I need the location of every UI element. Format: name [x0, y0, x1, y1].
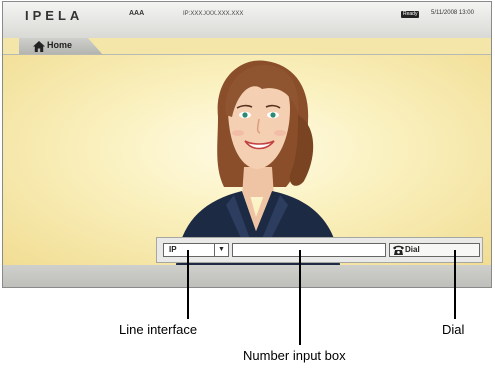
callout-line-interface: Line interface	[119, 322, 198, 337]
tab-home-label: Home	[47, 40, 73, 50]
video-area	[3, 55, 491, 265]
dial-button[interactable]: Dial	[389, 243, 480, 257]
bottom-bar	[3, 265, 491, 287]
date-time: 5/11/2008 13:00	[431, 10, 474, 16]
phone-icon	[393, 245, 404, 255]
chevron-down-icon[interactable]: ▼	[214, 244, 228, 256]
dial-control-panel: IP ▼ Dial	[156, 237, 483, 263]
callout-dial: Dial	[442, 322, 465, 337]
number-input-leader	[299, 250, 301, 345]
top-bar: IPELA AAA IP:XXX.XXX.XXX.XXX Ready 5/11/…	[3, 2, 491, 38]
logo: IPELA	[25, 8, 84, 23]
line-interface-select[interactable]: IP ▼	[163, 243, 229, 257]
dial-button-label: Dial	[405, 245, 420, 254]
tab-home[interactable]: Home	[19, 38, 103, 55]
dial-leader	[454, 250, 456, 319]
line-interface-value: IP	[169, 245, 177, 254]
remote-party-image	[176, 60, 340, 265]
ip-address: IP:XXX.XXX.XXX.XXX	[183, 11, 244, 17]
screen-frame: IPELA AAA IP:XXX.XXX.XXX.XXX Ready 5/11/…	[2, 1, 492, 288]
callout-number-input: Number input box	[243, 348, 346, 363]
user-name: AAA	[129, 10, 145, 17]
home-icon	[33, 41, 45, 52]
status-badge: Ready	[401, 11, 420, 18]
line-interface-leader	[187, 250, 189, 319]
number-input-box[interactable]	[232, 243, 386, 257]
